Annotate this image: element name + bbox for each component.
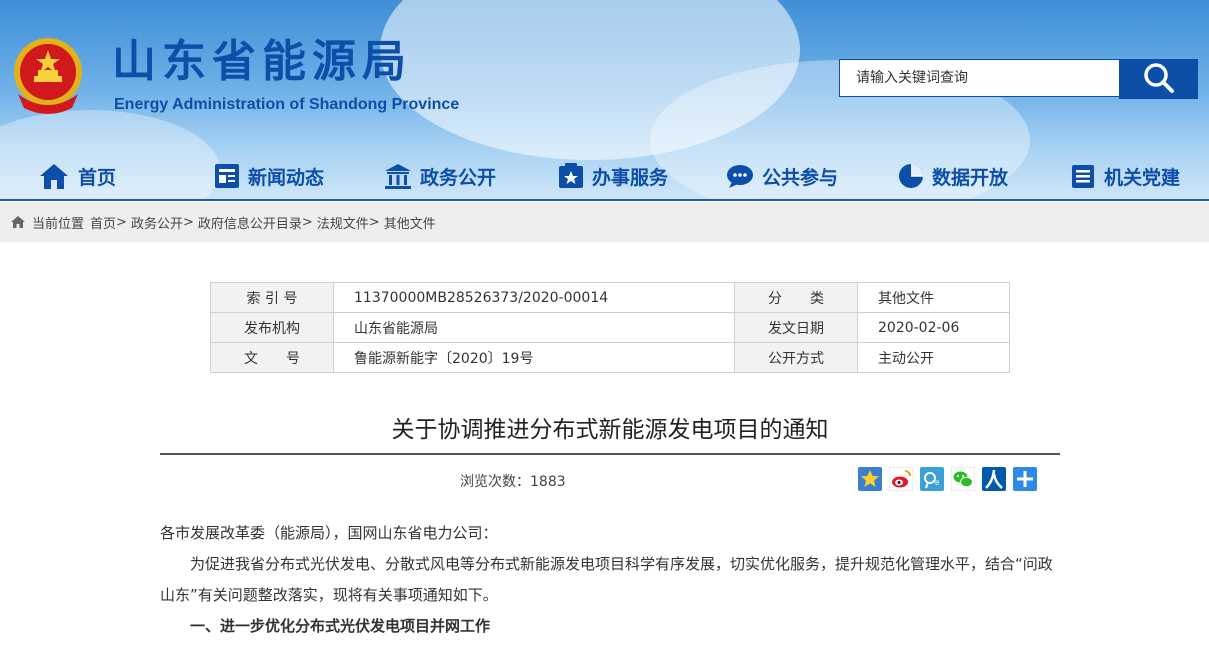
party-building-icon — [1072, 165, 1094, 188]
favorite-icon[interactable] — [858, 467, 882, 491]
site-subtitle: Energy Administration of Shandong Provin… — [114, 96, 460, 113]
wechat-icon[interactable] — [950, 466, 976, 492]
breadcrumb-link-disclosure-catalog[interactable]: 政府信息公开目录 — [198, 217, 302, 232]
view-count-label: 浏览次数： — [460, 474, 530, 490]
article-body: 各市发展改革委（能源局），国网山东省电力公司： 为促进我省分布式光伏发电、分散式… — [160, 518, 1060, 642]
service-icon — [559, 163, 583, 188]
more-share-icon[interactable] — [1013, 467, 1037, 491]
tencent-weibo-icon[interactable]: e — [920, 467, 944, 491]
nav-item-party-building[interactable]: 机关党建 — [1070, 160, 1180, 192]
document-title: 关于协调推进分布式新能源发电项目的通知 — [391, 417, 829, 443]
search-icon — [1143, 63, 1174, 93]
table-row: 索 引 号 11370000MB28526373/2020-00014 分 类 … — [210, 282, 1010, 313]
meta-label: 发布机构 — [210, 312, 334, 343]
renren-icon[interactable] — [982, 467, 1006, 491]
document-meta-table: 索 引 号 11370000MB28526373/2020-00014 分 类 … — [210, 282, 1010, 373]
nav-item-services[interactable]: 办事服务 — [558, 160, 668, 192]
search-bar — [839, 59, 1198, 99]
breadcrumb-link-government-affairs[interactable]: 政务公开 — [131, 217, 183, 232]
breadcrumb-separator: > — [116, 214, 127, 230]
breadcrumb-prefix: 当前位置 — [32, 216, 85, 232]
home-icon — [40, 164, 68, 189]
site-title[interactable]: 山东省能源局 — [112, 40, 412, 84]
nav-label: 数据开放 — [932, 166, 1009, 189]
view-count-value: 1883 — [530, 474, 566, 490]
meta-value: 鲁能源新能字〔2020〕19号 — [333, 342, 735, 373]
nav-label: 办事服务 — [592, 166, 669, 189]
nav-item-open-data[interactable]: 数据开放 — [898, 160, 1008, 192]
breadcrumb-link-other-documents[interactable]: 其他文件 — [384, 217, 436, 232]
news-icon — [215, 164, 239, 188]
nav-label: 政务公开 — [420, 166, 497, 189]
breadcrumb-separator: > — [182, 214, 194, 230]
header-divider — [0, 199, 1209, 201]
article-recipient: 各市发展改革委（能源局），国网山东省电力公司： — [160, 524, 498, 542]
svg-text:e: e — [935, 478, 940, 487]
meta-value: 山东省能源局 — [333, 312, 735, 343]
pie-chart-icon — [899, 164, 923, 188]
nav-item-public-participation[interactable]: 公共参与 — [726, 160, 838, 192]
article-paragraph: 为促进我省分布式光伏发电、分散式风电等分布式新能源发电项目科学有序发展，切实优化… — [160, 555, 1053, 604]
breadcrumb-link-regulations[interactable]: 法规文件 — [317, 217, 369, 232]
site-header: 山东省能源局 Energy Administration of Shandong… — [0, 0, 1209, 201]
nav-label: 首页 — [78, 166, 117, 189]
breadcrumb-link-home[interactable]: 首页 — [90, 217, 116, 232]
view-count: 浏览次数：1883 — [460, 471, 566, 491]
meta-label: 分 类 — [734, 282, 858, 313]
government-icon — [385, 164, 411, 189]
search-input[interactable] — [839, 59, 1119, 97]
nav-label: 公共参与 — [762, 166, 839, 189]
share-toolbar: e — [858, 466, 1037, 492]
meta-label: 索 引 号 — [210, 282, 334, 313]
meta-label: 文 号 — [210, 342, 334, 373]
table-row: 发布机构 山东省能源局 发文日期 2020-02-06 — [210, 312, 1010, 343]
meta-value: 11370000MB28526373/2020-00014 — [333, 282, 735, 313]
breadcrumb-separator: > — [301, 214, 313, 230]
meta-value: 主动公开 — [857, 342, 1010, 373]
nav-item-home[interactable]: 首页 — [38, 160, 116, 192]
breadcrumb: 当前位置 首页 > 政务公开 > 政府信息公开目录 > 法规文件 > 其他文件 — [0, 202, 1209, 242]
meta-value: 2020-02-06 — [857, 312, 1010, 343]
chat-icon — [727, 165, 753, 188]
table-row: 文 号 鲁能源新能字〔2020〕19号 公开方式 主动公开 — [210, 342, 1010, 373]
meta-label: 发文日期 — [734, 312, 858, 343]
breadcrumb-separator: > — [368, 214, 380, 230]
nav-item-news[interactable]: 新闻动态 — [214, 160, 324, 192]
home-icon — [11, 216, 25, 228]
search-button[interactable] — [1119, 59, 1198, 99]
main-nav: 首页 新闻动态 政务公开 办事服务 公共参与 数据开放 机关党建 — [0, 152, 1209, 200]
weibo-icon[interactable] — [888, 466, 914, 492]
meta-label: 公开方式 — [734, 342, 858, 373]
nav-label: 机关党建 — [1104, 166, 1181, 189]
national-emblem-icon — [14, 38, 82, 114]
article-section-heading: 一、进一步优化分布式光伏发电项目并网工作 — [190, 617, 491, 635]
title-divider — [160, 453, 1060, 455]
nav-label: 新闻动态 — [248, 166, 325, 189]
meta-value: 其他文件 — [857, 282, 1010, 313]
nav-item-government-affairs[interactable]: 政务公开 — [384, 160, 496, 192]
